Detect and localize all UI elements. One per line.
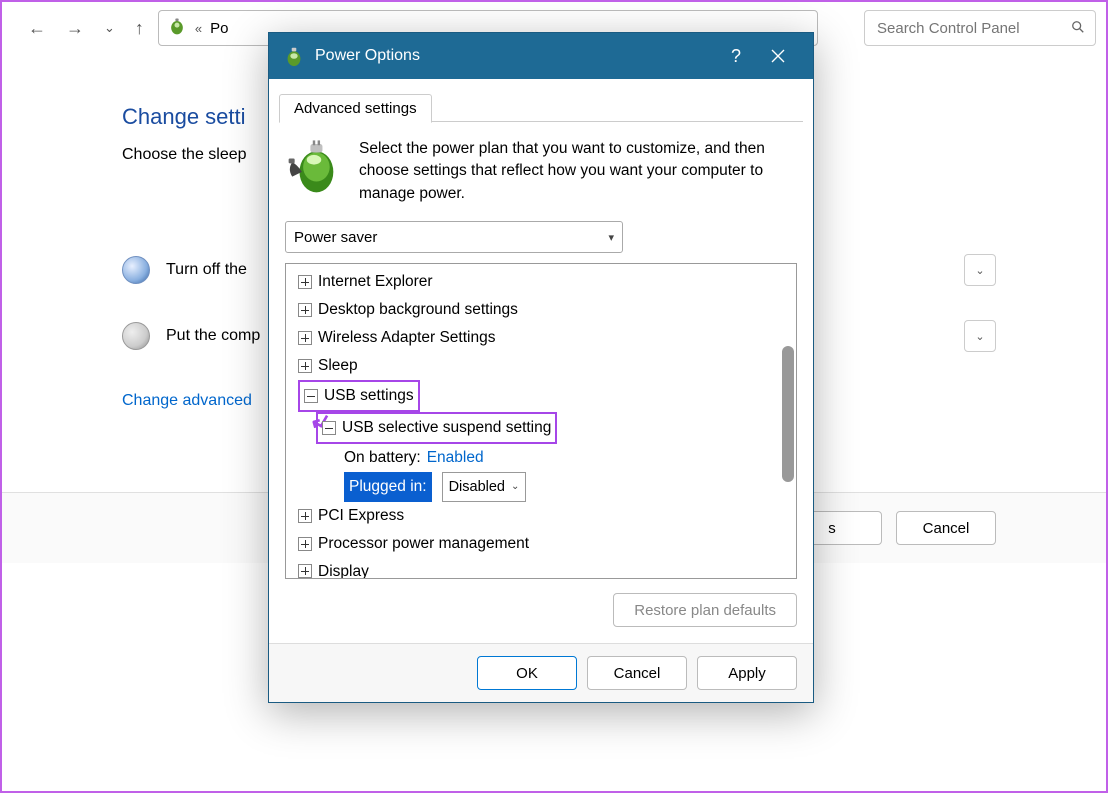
cancel-button[interactable]: Cancel [896, 511, 996, 545]
expand-icon[interactable] [298, 359, 312, 373]
tab-advanced-settings[interactable]: Advanced settings [279, 94, 432, 123]
nav-back-icon[interactable]: ← [22, 18, 52, 39]
cancel-button[interactable]: Cancel [587, 656, 687, 690]
sleep-moon-icon [122, 322, 150, 350]
collapse-icon[interactable] [304, 389, 318, 403]
sleep-label: Put the comp [166, 327, 260, 345]
chevron-down-icon: ▾ [608, 231, 614, 244]
tree-node-usb-selective-suspend[interactable]: USB selective suspend setting [288, 412, 794, 444]
dropdown-chevron-icon[interactable]: ⌄ [964, 320, 996, 352]
expand-icon[interactable] [298, 537, 312, 551]
power-plan-select[interactable]: Power saver ▾ [285, 221, 623, 253]
tree-node-display[interactable]: Display [288, 558, 794, 580]
expand-icon[interactable] [298, 564, 312, 578]
battery-icon [283, 45, 305, 67]
breadcrumb-item[interactable]: Po [210, 20, 228, 37]
search-input[interactable] [864, 10, 1096, 46]
on-battery-value[interactable]: Enabled [427, 444, 484, 472]
nav-up-icon[interactable]: ↑ [129, 18, 150, 39]
plugged-in-value-select[interactable]: Disabled ⌄ [442, 472, 527, 502]
tree-node-wireless-adapter[interactable]: Wireless Adapter Settings [288, 324, 794, 352]
dialog-titlebar[interactable]: Power Options ? [269, 33, 813, 79]
tree-node-usb-settings[interactable]: USB settings [288, 380, 794, 412]
tree-value-plugged-in[interactable]: Plugged in: Disabled ⌄ [288, 472, 794, 502]
close-button[interactable] [757, 33, 799, 79]
dialog-description: Select the power plan that you want to c… [359, 138, 797, 205]
collapse-icon[interactable] [322, 421, 336, 435]
expand-icon[interactable] [298, 275, 312, 289]
nav-forward-icon[interactable]: → [60, 18, 90, 39]
tree-node-processor-power[interactable]: Processor power management [288, 530, 794, 558]
tree-node-sleep[interactable]: Sleep [288, 352, 794, 380]
settings-tree: Internet Explorer Desktop background set… [285, 263, 797, 579]
turn-off-display-label: Turn off the [166, 261, 247, 279]
ok-button[interactable]: OK [477, 656, 577, 690]
expand-icon[interactable] [298, 303, 312, 317]
tree-node-desktop-background[interactable]: Desktop background settings [288, 296, 794, 324]
battery-plug-icon [285, 138, 343, 196]
search-field[interactable] [875, 19, 1045, 38]
restore-defaults-button[interactable]: Restore plan defaults [613, 593, 797, 627]
power-plan-value: Power saver [294, 229, 377, 246]
tree-node-pci-express[interactable]: PCI Express [288, 502, 794, 530]
expand-icon[interactable] [298, 331, 312, 345]
dialog-title: Power Options [315, 47, 715, 65]
nav-recent-icon[interactable]: ⌄ [98, 20, 121, 36]
scrollbar-thumb[interactable] [782, 346, 794, 482]
power-options-dialog: Power Options ? Advanced settings [268, 32, 814, 703]
help-button[interactable]: ? [715, 33, 757, 79]
tree-value-on-battery[interactable]: On battery: Enabled [288, 444, 794, 472]
apply-button[interactable]: Apply [697, 656, 797, 690]
highlight-usb-suspend: USB selective suspend setting [316, 412, 557, 444]
breadcrumb-separator: « [195, 21, 202, 36]
scrollbar-track[interactable] [780, 264, 796, 578]
expand-icon[interactable] [298, 509, 312, 523]
display-timer-icon [122, 256, 150, 284]
power-icon [167, 16, 187, 41]
plugged-in-label: Plugged in: [344, 472, 432, 502]
tree-node-internet-explorer[interactable]: Internet Explorer [288, 268, 794, 296]
search-icon [1071, 20, 1085, 37]
dropdown-chevron-icon[interactable]: ⌄ [964, 254, 996, 286]
chevron-down-icon: ⌄ [511, 478, 519, 496]
